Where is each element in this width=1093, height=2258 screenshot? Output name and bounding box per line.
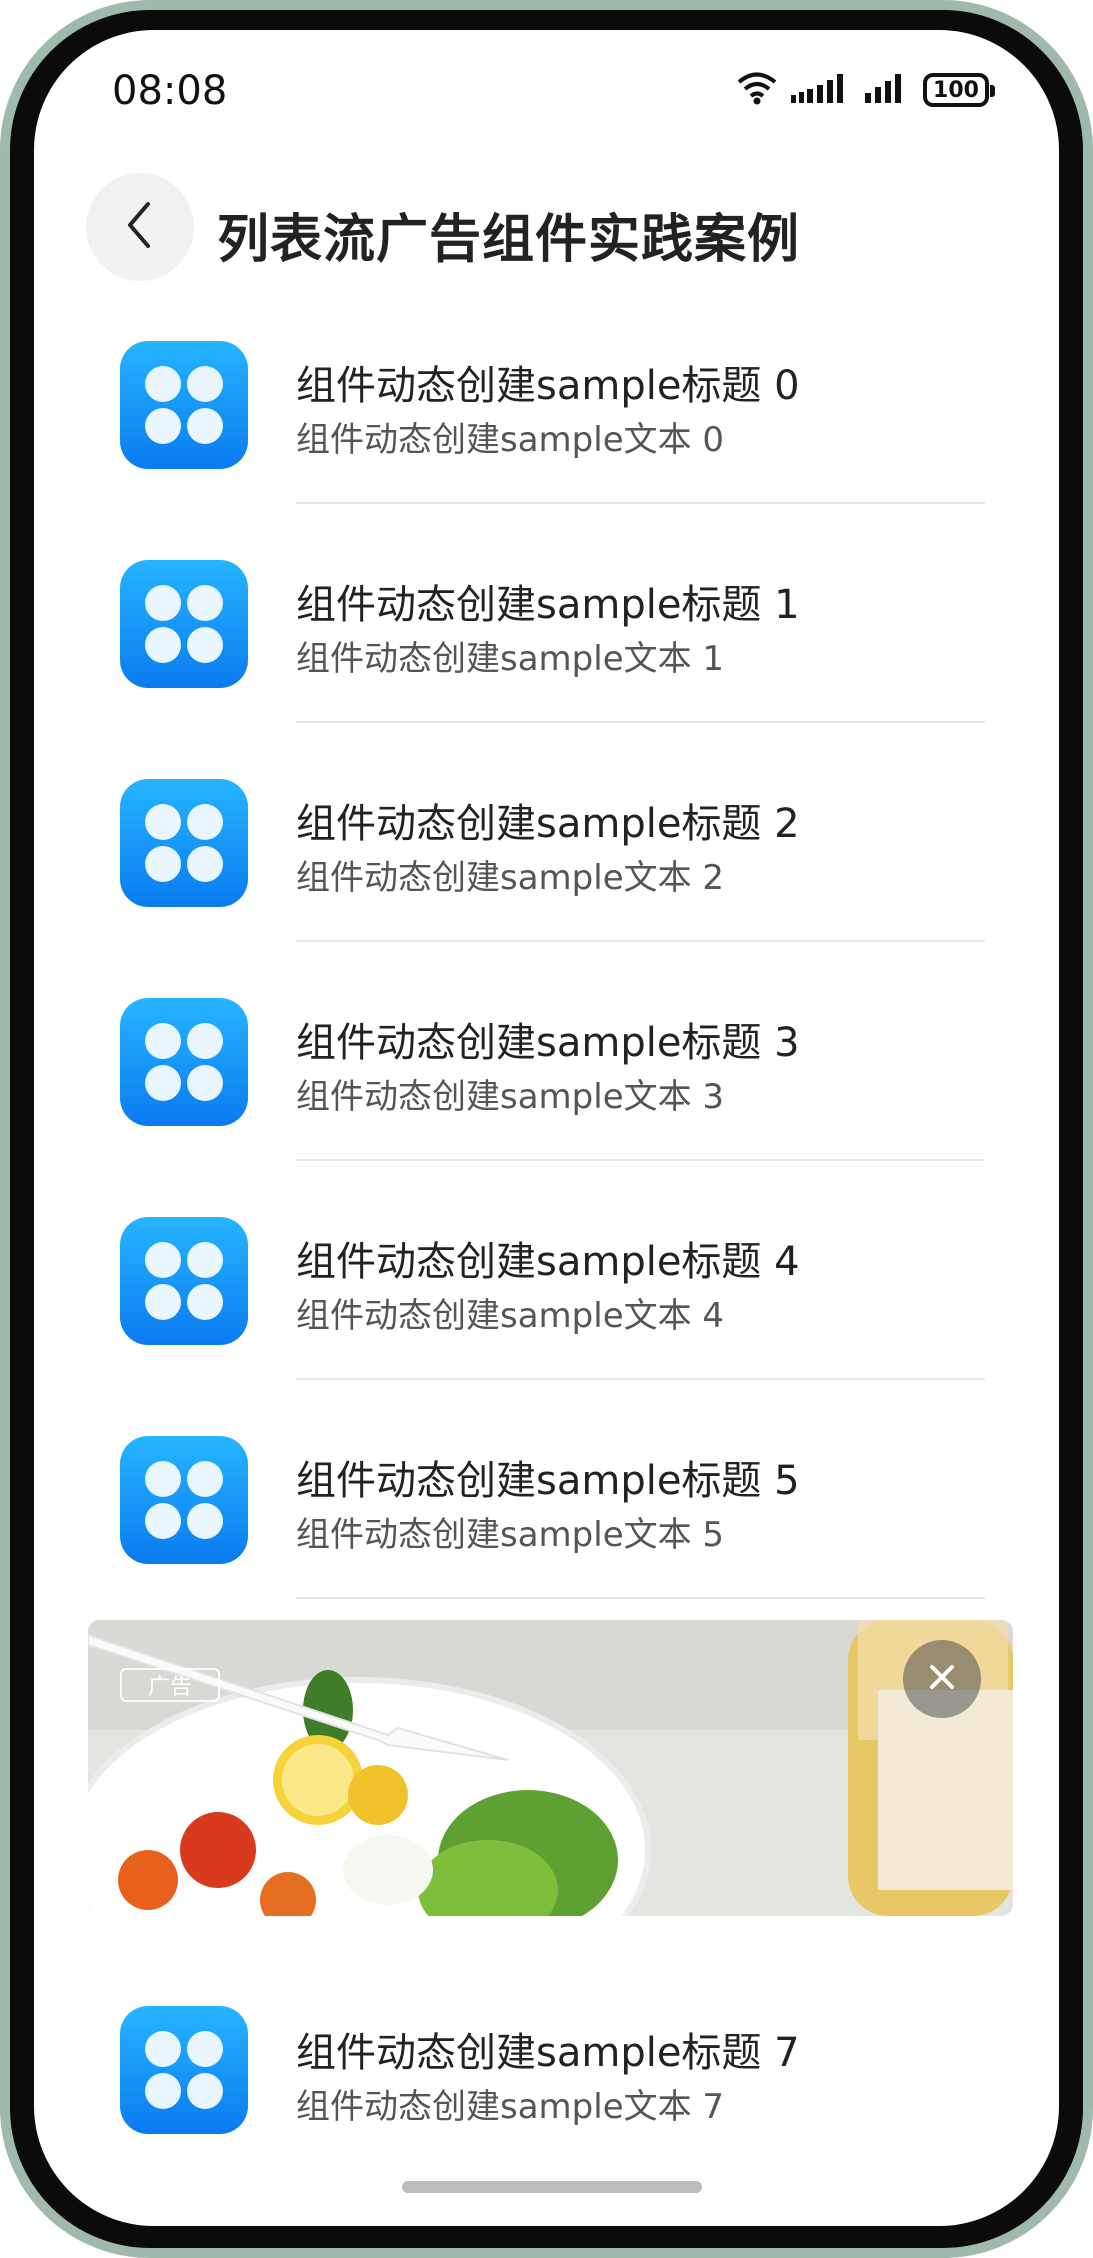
back-button[interactable] [86,173,194,281]
list: 组件动态创建sample标题 0 组件动态创建sample文本 0 组件动态创建… [34,285,1059,1599]
list-item[interactable]: 组件动态创建sample标题 1 组件动态创建sample文本 1 [34,504,1059,723]
item-title: 组件动态创建sample标题 7 [296,2030,800,2076]
item-title: 组件动态创建sample标题 4 [296,1239,800,1285]
item-subtitle: 组件动态创建sample文本 4 [296,1296,725,1336]
item-title: 组件动态创建sample标题 3 [296,1020,800,1066]
ad-close-button[interactable] [903,1640,981,1718]
item-title: 组件动态创建sample标题 0 [296,363,800,409]
list-item[interactable]: 组件动态创建sample标题 0 组件动态创建sample文本 0 [34,285,1059,504]
lemon-slice [282,1744,354,1816]
list-item[interactable]: 组件动态创建sample标题 5 组件动态创建sample文本 5 [34,1380,1059,1599]
app-grid-icon [120,341,248,469]
item-subtitle: 组件动态创建sample文本 7 [296,2087,725,2127]
item-subtitle: 组件动态创建sample文本 5 [296,1515,725,1555]
item-title: 组件动态创建sample标题 1 [296,582,800,628]
ad-badge: 广告 [120,1668,220,1702]
divider [296,1597,985,1599]
ad-image [88,1620,1013,1916]
app-grid-icon [120,1217,248,1345]
screen: 08:08 100 列表流广告组件实践案例 组件动态创建sample标题 0 组… [34,30,1059,2226]
header: 列表流广告组件实践案例 [34,145,1059,285]
wifi-icon [737,71,777,109]
signal-icon [865,73,909,107]
status-icons: 100 [737,68,995,112]
battery-icon: 100 [923,73,995,107]
status-bar: 08:08 100 [34,30,1059,150]
tomato [180,1812,256,1888]
item-subtitle: 组件动态创建sample文本 0 [296,420,725,460]
signal-icon [791,73,851,107]
cheese [343,1835,433,1905]
list-item[interactable]: 组件动态创建sample标题 4 组件动态创建sample文本 4 [34,1161,1059,1380]
chevron-left-icon [120,200,160,254]
app-grid-icon [120,998,248,1126]
item-subtitle: 组件动态创建sample文本 1 [296,639,725,679]
item-subtitle: 组件动态创建sample文本 2 [296,858,725,898]
page-title: 列表流广告组件实践案例 [217,210,801,270]
close-icon [927,1662,957,1696]
list-item[interactable]: 组件动态创建sample标题 3 组件动态创建sample文本 3 [34,942,1059,1161]
home-indicator[interactable] [402,2181,702,2193]
status-time: 08:08 [112,68,228,114]
list-item[interactable]: 组件动态创建sample标题 7 组件动态创建sample文本 7 [34,1970,1059,2189]
item-title: 组件动态创建sample标题 2 [296,801,800,847]
list-item[interactable]: 组件动态创建sample标题 2 组件动态创建sample文本 2 [34,723,1059,942]
bottle-label [878,1690,1013,1890]
item-title: 组件动态创建sample标题 5 [296,1458,800,1504]
tomato [118,1850,178,1910]
ad-card[interactable]: 广告 [88,1620,1013,1916]
app-grid-icon [120,560,248,688]
app-grid-icon [120,2006,248,2134]
lemon-slice [348,1765,408,1825]
item-subtitle: 组件动态创建sample文本 3 [296,1077,725,1117]
list-after-ad: 组件动态创建sample标题 7 组件动态创建sample文本 7 [34,1970,1059,2189]
app-grid-icon [120,1436,248,1564]
app-grid-icon [120,779,248,907]
